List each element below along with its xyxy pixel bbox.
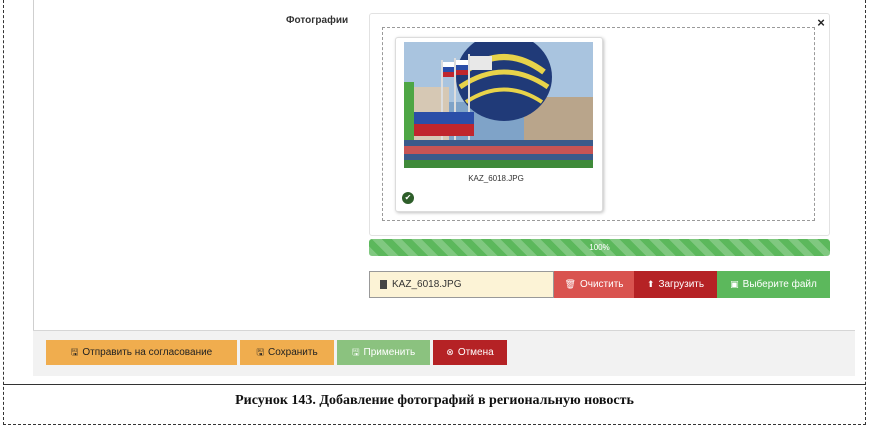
clear-button-label: Очистить: [579, 279, 624, 290]
close-icon[interactable]: ×: [815, 16, 827, 30]
photos-field-label: Фотографии: [286, 15, 349, 26]
apply-button-label: Применить: [363, 347, 416, 358]
upload-progress-bar: 100%: [369, 239, 830, 256]
caption-divider: [3, 384, 866, 385]
frame-right-border: [865, 0, 866, 425]
photo-thumbnail: [404, 42, 593, 168]
choose-file-button-label: Выберите файл: [742, 279, 817, 290]
save-button[interactable]: 🖫 Сохранить: [240, 340, 334, 365]
upload-button[interactable]: ⬆ Загрузить: [634, 271, 717, 298]
check-circle-icon: ✔: [402, 192, 414, 204]
choose-file-button[interactable]: ▣ Выберите файл: [717, 271, 830, 298]
frame-left-border: [3, 0, 4, 425]
trash-icon: 🗑: [564, 279, 576, 289]
clear-button[interactable]: 🗑 Очистить: [554, 271, 634, 298]
send-for-approval-label: Отправить на согласование: [82, 347, 213, 358]
selected-file-name: KAZ_6018.JPG: [392, 279, 462, 290]
file-icon: [380, 280, 387, 289]
content-left-border: [33, 0, 34, 330]
progress-text: 100%: [589, 243, 610, 252]
upload-icon: ⬆: [646, 279, 655, 289]
cancel-button[interactable]: ⊗ Отмена: [433, 340, 507, 365]
floppy-icon: 🖫: [256, 346, 264, 357]
floppy-icon: 🖫: [351, 346, 360, 357]
figure-caption: Рисунок 143. Добавление фотографий в рег…: [235, 393, 634, 408]
save-button-label: Сохранить: [267, 347, 318, 358]
file-preview-card[interactable]: KAZ_6018.JPG ✔: [395, 37, 603, 212]
apply-button[interactable]: 🖫 Применить: [337, 340, 430, 365]
floppy-icon: 🖫: [70, 346, 79, 357]
image-icon: ▣: [730, 279, 739, 289]
upload-button-label: Загрузить: [658, 279, 705, 290]
preview-file-name: KAZ_6018.JPG: [468, 174, 524, 183]
selected-file-field[interactable]: KAZ_6018.JPG: [369, 271, 554, 298]
send-for-approval-button[interactable]: 🖫 Отправить на согласование: [46, 340, 237, 365]
cancel-button-label: Отмена: [457, 347, 494, 358]
cancel-icon: ⊗: [446, 347, 454, 357]
